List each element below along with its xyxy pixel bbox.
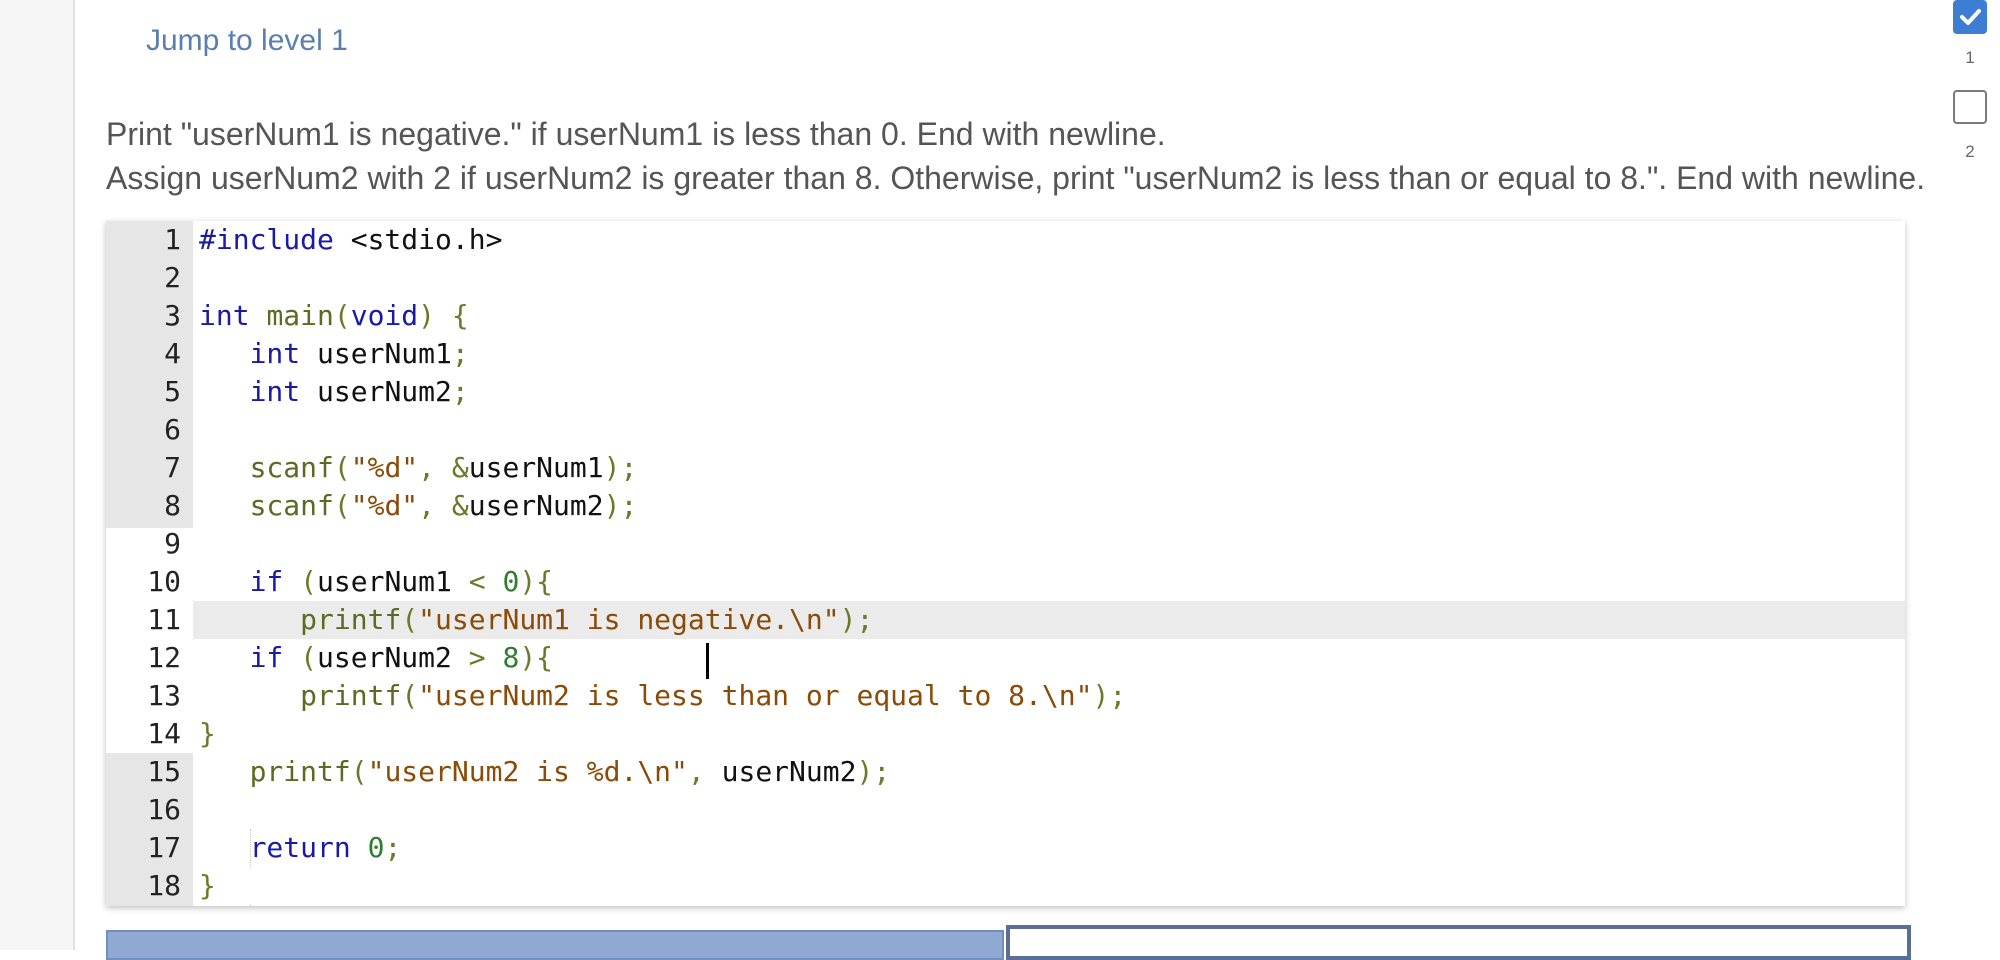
code-line[interactable]: 7 scanf("%d", &userNum1);: [106, 449, 1905, 487]
line-number: 11: [147, 603, 181, 636]
line-number: 5: [164, 375, 181, 408]
code-text[interactable]: int userNum2;: [193, 373, 1905, 411]
text-cursor: [706, 643, 709, 679]
code-text[interactable]: return 0;: [193, 829, 1905, 867]
code-lines[interactable]: 1 #include <stdio.h> 2 3 int main(void) {4 …: [106, 221, 1905, 905]
line-number: 3: [164, 299, 181, 332]
code-line[interactable]: 5 int userNum2;: [106, 373, 1905, 411]
code-text[interactable]: int main(void) {: [193, 297, 1905, 335]
code-line[interactable]: 10 if (userNum1 < 0){: [106, 563, 1905, 601]
line-number: 10: [147, 565, 181, 598]
instruction-line-1: Print "userNum1 is negative." if userNum…: [106, 116, 1166, 152]
level-2-checkbox-empty-icon[interactable]: [1953, 90, 1987, 124]
code-text[interactable]: #include <stdio.h>: [193, 221, 1905, 259]
code-line[interactable]: 4 int userNum1;: [106, 335, 1905, 373]
code-line[interactable]: 12 if (userNum2 > 8){: [106, 639, 1905, 677]
code-line[interactable]: 14}: [106, 715, 1905, 753]
code-text[interactable]: int userNum1;: [193, 335, 1905, 373]
line-number: 14: [147, 717, 181, 750]
code-text[interactable]: }: [193, 867, 1905, 905]
jump-to-level-link[interactable]: Jump to level 1: [146, 24, 348, 58]
code-text[interactable]: [193, 411, 1905, 449]
next-level-button[interactable]: [1006, 925, 1911, 960]
code-line[interactable]: 9: [106, 525, 1905, 563]
code-line[interactable]: 16: [106, 791, 1905, 829]
indent-guide: [250, 905, 252, 906]
line-number: 15: [147, 755, 181, 788]
line-number: 12: [147, 641, 181, 674]
code-text[interactable]: scanf("%d", &userNum2);: [193, 487, 1905, 525]
code-line[interactable]: 17 return 0;: [106, 829, 1905, 867]
code-line[interactable]: 11 printf("userNum1 is negative.\n");: [106, 601, 1905, 639]
line-number: 8: [164, 489, 181, 522]
instruction-line-2: Assign userNum2 with 2 if userNum2 is gr…: [106, 160, 1926, 196]
code-line[interactable]: 6: [106, 411, 1905, 449]
level-2-number: 2: [1965, 142, 1975, 161]
code-text[interactable]: [193, 259, 1905, 297]
code-line[interactable]: 15 printf("userNum2 is %d.\n", userNum2)…: [106, 753, 1905, 791]
line-number: 17: [147, 831, 181, 864]
indent-guide: [250, 829, 252, 867]
level-1-checkbox-checked-icon[interactable]: [1953, 0, 1987, 34]
code-text[interactable]: scanf("%d", &userNum1);: [193, 449, 1905, 487]
code-text[interactable]: [193, 791, 1905, 829]
line-number: 6: [164, 413, 181, 446]
line-number: 16: [147, 793, 181, 826]
code-line[interactable]: 8 scanf("%d", &userNum2);: [106, 487, 1905, 525]
code-line[interactable]: 13 printf("userNum2 is less than or equa…: [106, 677, 1905, 715]
instructions: Print "userNum1 is negative." if userNum…: [106, 112, 1936, 200]
code-text[interactable]: [193, 525, 1905, 563]
code-editor[interactable]: 1 #include <stdio.h> 2 3 int main(void) {4 …: [106, 221, 1905, 906]
line-number: 13: [147, 679, 181, 712]
line-number: 9: [164, 527, 181, 560]
code-text[interactable]: printf("userNum2 is %d.\n", userNum2);: [193, 753, 1905, 791]
check-button[interactable]: [106, 930, 1004, 960]
line-number: 7: [164, 451, 181, 484]
code-line[interactable]: 2: [106, 259, 1905, 297]
line-number: 4: [164, 337, 181, 370]
left-sidebar-gutter: [0, 0, 75, 950]
line-number: 18: [147, 869, 181, 902]
level-progress: 1 2: [1940, 0, 2000, 180]
line-number: 2: [164, 261, 181, 294]
code-line[interactable]: 1 #include <stdio.h>: [106, 221, 1905, 259]
line-number: 1: [164, 223, 181, 256]
code-text[interactable]: }: [193, 715, 1905, 753]
code-text[interactable]: if (userNum1 < 0){: [193, 563, 1905, 601]
code-line[interactable]: 3 int main(void) {: [106, 297, 1905, 335]
code-text[interactable]: if (userNum2 > 8){: [193, 639, 1905, 677]
code-line[interactable]: 18}: [106, 867, 1905, 905]
level-1-number: 1: [1965, 48, 1975, 67]
code-text[interactable]: printf("userNum1 is negative.\n");: [193, 601, 1905, 639]
code-text[interactable]: printf("userNum2 is less than or equal t…: [193, 677, 1905, 715]
